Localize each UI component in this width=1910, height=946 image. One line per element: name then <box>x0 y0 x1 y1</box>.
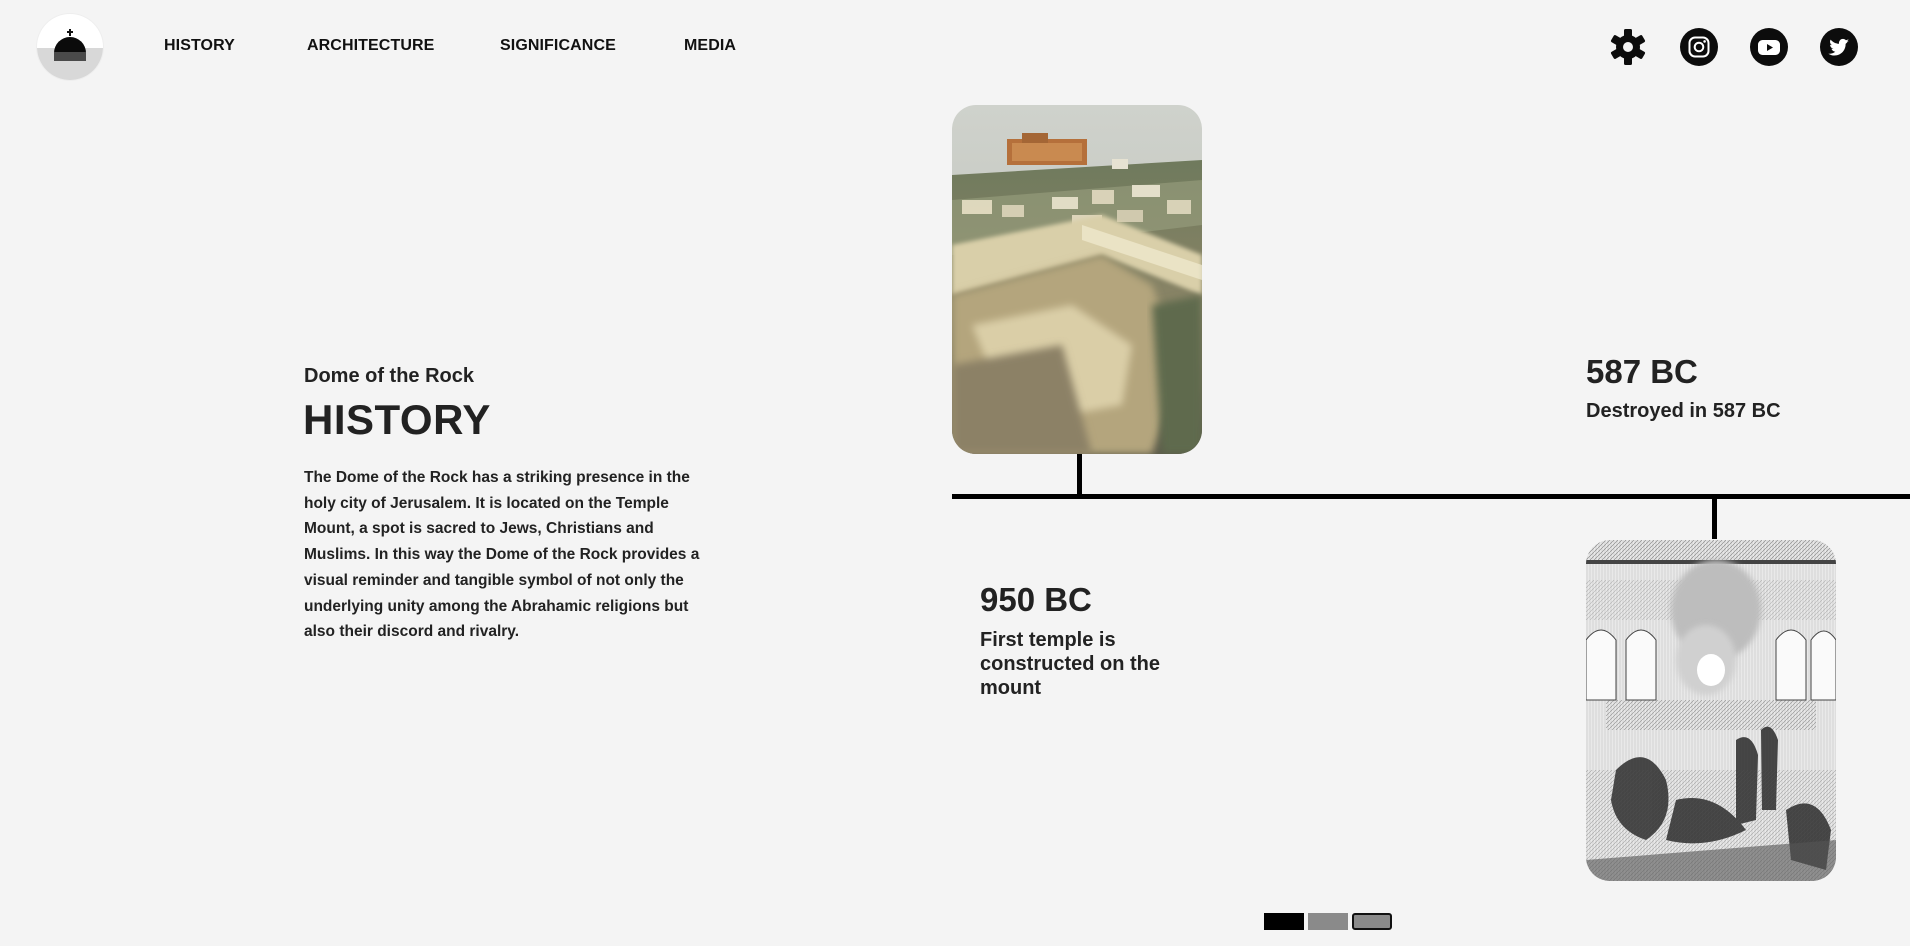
history-description: The Dome of the Rock has a striking pres… <box>304 469 700 641</box>
youtube-button[interactable] <box>1750 28 1788 66</box>
instagram-button[interactable] <box>1680 28 1718 66</box>
timeline-tick-2 <box>1712 497 1717 539</box>
nav-media[interactable]: MEDIA <box>684 37 736 55</box>
instagram-icon <box>1688 36 1710 58</box>
pager-dot-1[interactable] <box>1264 913 1304 930</box>
event-text-2: Destroyed in 587 BC <box>1586 400 1781 422</box>
twitter-icon <box>1828 38 1849 56</box>
nav-significance[interactable]: SIGNIFICANCE <box>500 37 616 55</box>
nav-history[interactable]: HISTORY <box>164 37 235 55</box>
event-text-1: First temple is constructed on the mount <box>980 629 1161 699</box>
timeline-tick-1 <box>1077 453 1082 495</box>
first-temple-image <box>952 105 1202 454</box>
page-subtitle: Dome of the Rock <box>304 365 475 387</box>
settings-button[interactable] <box>1609 28 1647 66</box>
timeline-axis <box>952 494 1910 499</box>
pager-dot-3[interactable] <box>1352 913 1392 930</box>
page-title: HISTORY <box>303 396 491 443</box>
event-year-1: 950 BC <box>980 581 1092 618</box>
site-logo[interactable] <box>37 14 103 80</box>
event-year-2: 587 BC <box>1586 353 1698 390</box>
twitter-button[interactable] <box>1820 28 1858 66</box>
youtube-icon <box>1758 40 1780 55</box>
nav-architecture[interactable]: ARCHITECTURE <box>307 37 434 55</box>
dome-logo-icon <box>54 29 86 61</box>
pager-dot-2[interactable] <box>1308 913 1348 930</box>
destruction-engraving-image <box>1586 540 1836 881</box>
gear-icon <box>1610 29 1646 65</box>
